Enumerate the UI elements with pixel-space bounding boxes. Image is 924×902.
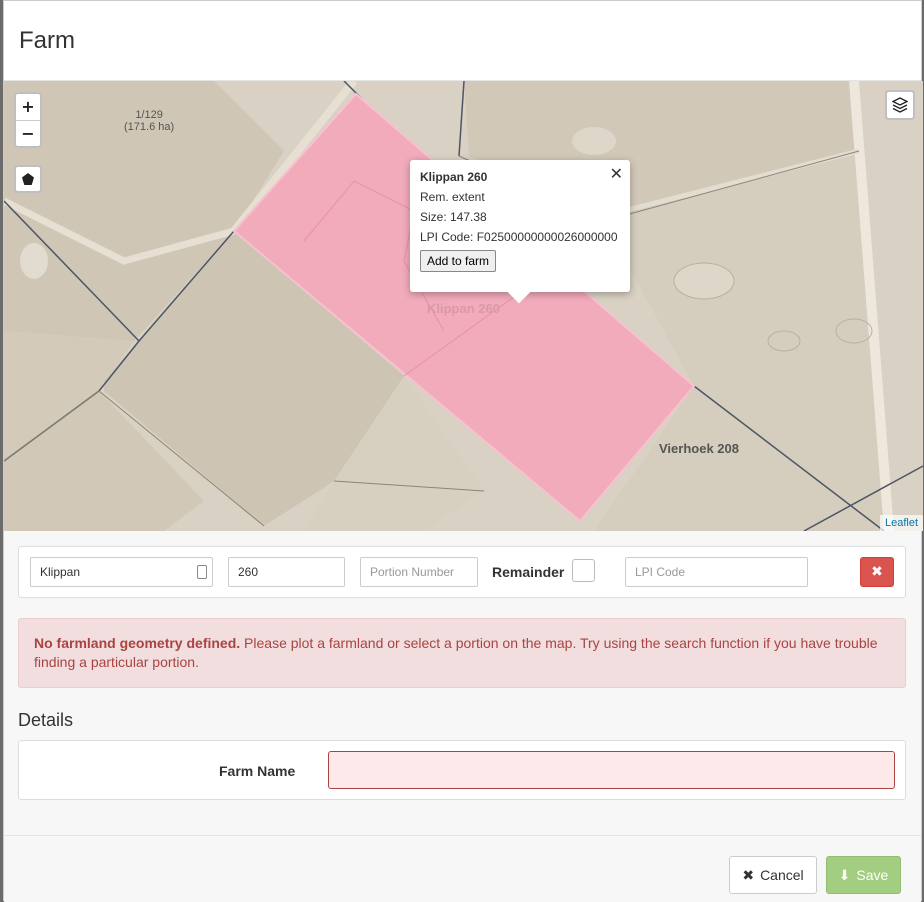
lpi-code-input[interactable]: LPI Code <box>625 557 808 587</box>
modal-footer: ✖ Cancel ⬇ Save <box>4 835 921 902</box>
farm-name-input[interactable]: Klippan <box>30 557 213 587</box>
farm-modal: Farm 1/129 (171.6 ha) Klippan 260 Vierho… <box>3 0 923 902</box>
alert-bold: No farmland geometry defined. <box>34 635 241 651</box>
draw-polygon-button[interactable] <box>14 165 42 193</box>
popup-extent: Rem. extent <box>420 190 485 204</box>
modal-header: Farm <box>4 1 921 81</box>
zoom-control: + − <box>14 92 42 148</box>
download-icon: ⬇ <box>838 866 851 883</box>
popup-title: Klippan 260 <box>420 170 488 184</box>
vierhoek-label: Vierhoek 208 <box>659 441 739 456</box>
layers-button[interactable] <box>885 90 915 120</box>
popup-size: Size: 147.38 <box>420 210 487 224</box>
map-view[interactable]: 1/129 (171.6 ha) Klippan 260 Vierhoek 20… <box>4 81 923 531</box>
save-button[interactable]: ⬇ Save <box>826 856 901 894</box>
cancel-label: Cancel <box>760 867 804 883</box>
zoom-in-button[interactable]: + <box>16 94 40 120</box>
parcel-id-label: 1/129 (171.6 ha) <box>124 109 175 133</box>
pentagon-icon <box>22 173 34 185</box>
remainder-label: Remainder <box>492 564 565 580</box>
modal-title: Farm <box>19 26 75 54</box>
layers-icon <box>892 97 908 113</box>
save-label: Save <box>856 867 889 883</box>
farm-name-label: Farm Name <box>219 763 296 779</box>
delete-portion-button[interactable]: ✖ <box>860 557 894 587</box>
popup-lpi: LPI Code: F02500000000026000000 <box>420 230 618 244</box>
no-geometry-alert: No farmland geometry defined. Please plo… <box>18 618 906 688</box>
zoom-out-button[interactable]: − <box>16 120 40 146</box>
farm-name-field[interactable] <box>328 751 895 789</box>
portion-row: Klippan 260 Portion Number Remainder LPI… <box>18 546 906 598</box>
contact-card-icon <box>197 565 207 579</box>
remainder-checkbox[interactable] <box>572 559 595 582</box>
popup-close-icon[interactable]: ✕ <box>610 164 623 183</box>
details-heading: Details <box>18 710 74 730</box>
portion-popup: ✕ Klippan 260 Rem. extent Size: 147.38 L… <box>410 160 630 304</box>
portion-number-input[interactable]: Portion Number <box>360 557 478 587</box>
portion-number-value-input[interactable]: 260 <box>228 557 345 587</box>
details-box: Farm Name <box>18 740 906 800</box>
add-to-farm-button[interactable]: Add to farm <box>420 250 497 272</box>
leaflet-attribution[interactable]: Leaflet <box>879 515 923 531</box>
close-icon: ✖ <box>742 866 755 883</box>
cancel-button[interactable]: ✖ Cancel <box>729 856 817 894</box>
overlay-portion-label: Klippan 260 <box>427 301 500 316</box>
